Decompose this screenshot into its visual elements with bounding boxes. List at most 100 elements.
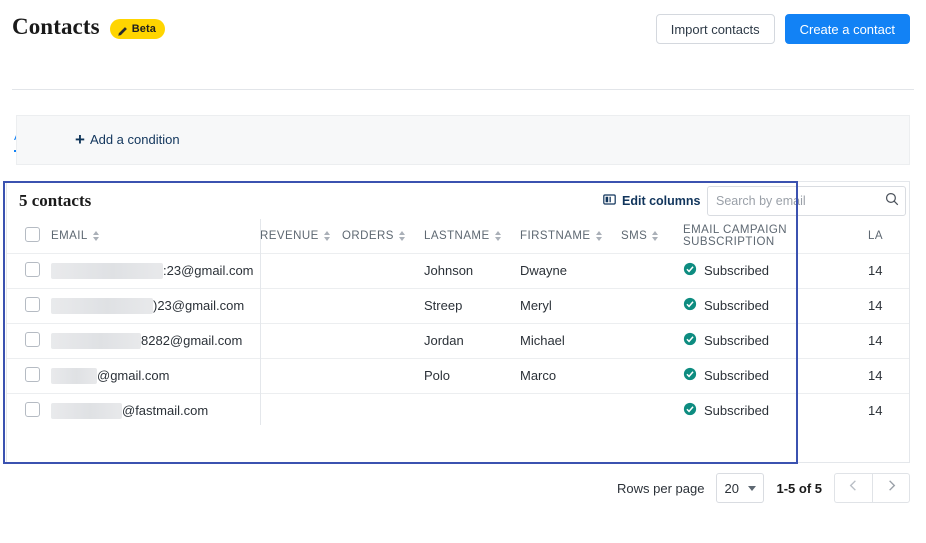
page-header: Contacts Beta Import contacts Create a c… [0, 0, 926, 58]
cell-orders [342, 358, 424, 394]
cell-lastname: Polo [424, 358, 520, 394]
contacts-table: EMAIL REVENUE ORDERS LASTNAME FIRSTNAME … [7, 219, 909, 425]
cell-firstname [520, 393, 621, 425]
add-condition-button[interactable]: + Add a condition [75, 131, 180, 148]
column-header-sms-label: SMS [621, 229, 648, 242]
cell-revenue [260, 358, 342, 394]
cell-orders [342, 323, 424, 359]
row-select-cell [7, 393, 51, 425]
column-header-revenue-label: REVENUE [260, 229, 319, 242]
edit-columns-button[interactable]: Edit columns [603, 193, 700, 209]
table-scroll-region[interactable]: EMAIL REVENUE ORDERS LASTNAME FIRSTNAME … [7, 219, 909, 425]
cell-sms [621, 288, 683, 324]
table-header-row: EMAIL REVENUE ORDERS LASTNAME FIRSTNAME … [7, 219, 909, 254]
subscription-status-label: Subscribed [704, 333, 770, 348]
cell-orders [342, 253, 424, 289]
page-title-group: Contacts Beta [12, 14, 165, 40]
select-all-checkbox[interactable] [25, 226, 40, 242]
sort-icon[interactable] [595, 231, 602, 241]
sort-icon[interactable] [494, 231, 501, 241]
cell-email: 8282@gmail.com [51, 323, 260, 359]
row-checkbox[interactable] [25, 261, 40, 277]
email-visible-text: )23@gmail.com [153, 298, 245, 313]
cell-revenue [260, 288, 342, 324]
pencil-icon [117, 24, 128, 36]
cell-sms [621, 253, 683, 289]
column-header-last[interactable]: LA [868, 219, 909, 254]
cell-lastname: Streep [424, 288, 520, 324]
sort-icon[interactable] [398, 231, 405, 241]
column-header-orders-label: ORDERS [342, 229, 394, 242]
row-select-cell [7, 358, 51, 394]
table-row[interactable]: 8282@gmail.com Jordan Michael Subscribed 14 [7, 323, 909, 359]
beta-badge: Beta [109, 19, 165, 39]
row-checkbox[interactable] [25, 331, 40, 347]
cell-subscription: Subscribed [683, 323, 868, 359]
cell-email: @gmail.com [51, 358, 260, 394]
column-header-subscription[interactable]: EMAIL CAMPAIGN SUBSCRIPTION [683, 219, 868, 254]
subscription-status-label: Subscribed [704, 403, 770, 418]
beta-label: Beta [131, 23, 156, 35]
row-checkbox[interactable] [25, 401, 40, 417]
column-header-subscription-label: EMAIL CAMPAIGN SUBSCRIPTION [683, 223, 788, 248]
rows-per-page-label: Rows per page [617, 480, 705, 496]
add-condition-label: Add a condition [89, 132, 180, 147]
subscription-status-label: Subscribed [704, 298, 770, 313]
cell-sms [621, 323, 683, 359]
cell-lastname: Johnson [424, 253, 520, 289]
table-row[interactable]: @fastmail.com Subscribed 14 [7, 393, 909, 425]
sort-icon[interactable] [92, 231, 99, 241]
column-header-revenue[interactable]: REVENUE [260, 219, 342, 254]
import-contacts-button[interactable]: Import contacts [655, 14, 775, 44]
subscription-status-label: Subscribed [704, 368, 770, 383]
cell-lastname: Jordan [424, 323, 520, 359]
table-row[interactable]: )23@gmail.com Streep Meryl Subscribed 14 [7, 288, 909, 324]
cell-orders [342, 288, 424, 324]
search-input[interactable] [708, 187, 885, 215]
column-header-email[interactable]: EMAIL [51, 219, 260, 254]
edit-columns-label: Edit columns [622, 194, 701, 208]
cell-last: 14 [868, 288, 909, 324]
cell-firstname: Michael [520, 323, 621, 359]
row-select-cell [7, 288, 51, 324]
cell-last: 14 [868, 253, 909, 289]
email-visible-text: @fastmail.com [122, 403, 209, 418]
redacted-email-block [51, 402, 122, 419]
rows-per-page-select[interactable]: 20 [716, 473, 765, 503]
columns-icon [603, 193, 616, 209]
sort-icon[interactable] [652, 231, 659, 241]
cell-last: 14 [868, 323, 909, 359]
cell-revenue [260, 393, 342, 425]
email-visible-text: @gmail.com [97, 368, 170, 383]
table-body: :23@gmail.com Johnson Dwayne Subscribed 14)2… [7, 253, 909, 425]
cell-revenue [260, 323, 342, 359]
search-box[interactable] [707, 186, 906, 216]
cell-last: 14 [868, 393, 909, 425]
table-row[interactable]: @gmail.com Polo Marco Subscribed 14 [7, 358, 909, 394]
cell-last: 14 [868, 358, 909, 394]
create-contact-button[interactable]: Create a contact [784, 14, 910, 44]
rows-per-page-value: 20 [724, 480, 739, 496]
chevron-left-icon [846, 478, 861, 498]
check-circle-icon [683, 367, 697, 384]
check-circle-icon [683, 297, 697, 314]
redacted-email-block [51, 367, 97, 384]
subscription-status-label: Subscribed [704, 263, 770, 278]
column-header-sms[interactable]: SMS [621, 219, 683, 254]
column-header-last-label: LA [868, 229, 883, 242]
row-select-cell [7, 253, 51, 289]
contacts-page: Contacts Beta Import contacts Create a c… [0, 0, 926, 543]
next-page-button[interactable] [872, 473, 910, 503]
search-icon[interactable] [885, 192, 899, 211]
column-header-orders[interactable]: ORDERS [342, 219, 424, 254]
table-row[interactable]: :23@gmail.com Johnson Dwayne Subscribed 14 [7, 253, 909, 289]
column-header-lastname[interactable]: LASTNAME [424, 219, 520, 254]
sort-icon[interactable] [323, 231, 330, 241]
tab-bar-divider [12, 89, 914, 90]
row-checkbox[interactable] [25, 296, 40, 312]
row-checkbox[interactable] [25, 366, 40, 382]
column-header-firstname[interactable]: FIRSTNAME [520, 219, 621, 254]
previous-page-button[interactable] [834, 473, 872, 503]
check-circle-icon [683, 402, 697, 419]
cell-subscription: Subscribed [683, 393, 868, 425]
